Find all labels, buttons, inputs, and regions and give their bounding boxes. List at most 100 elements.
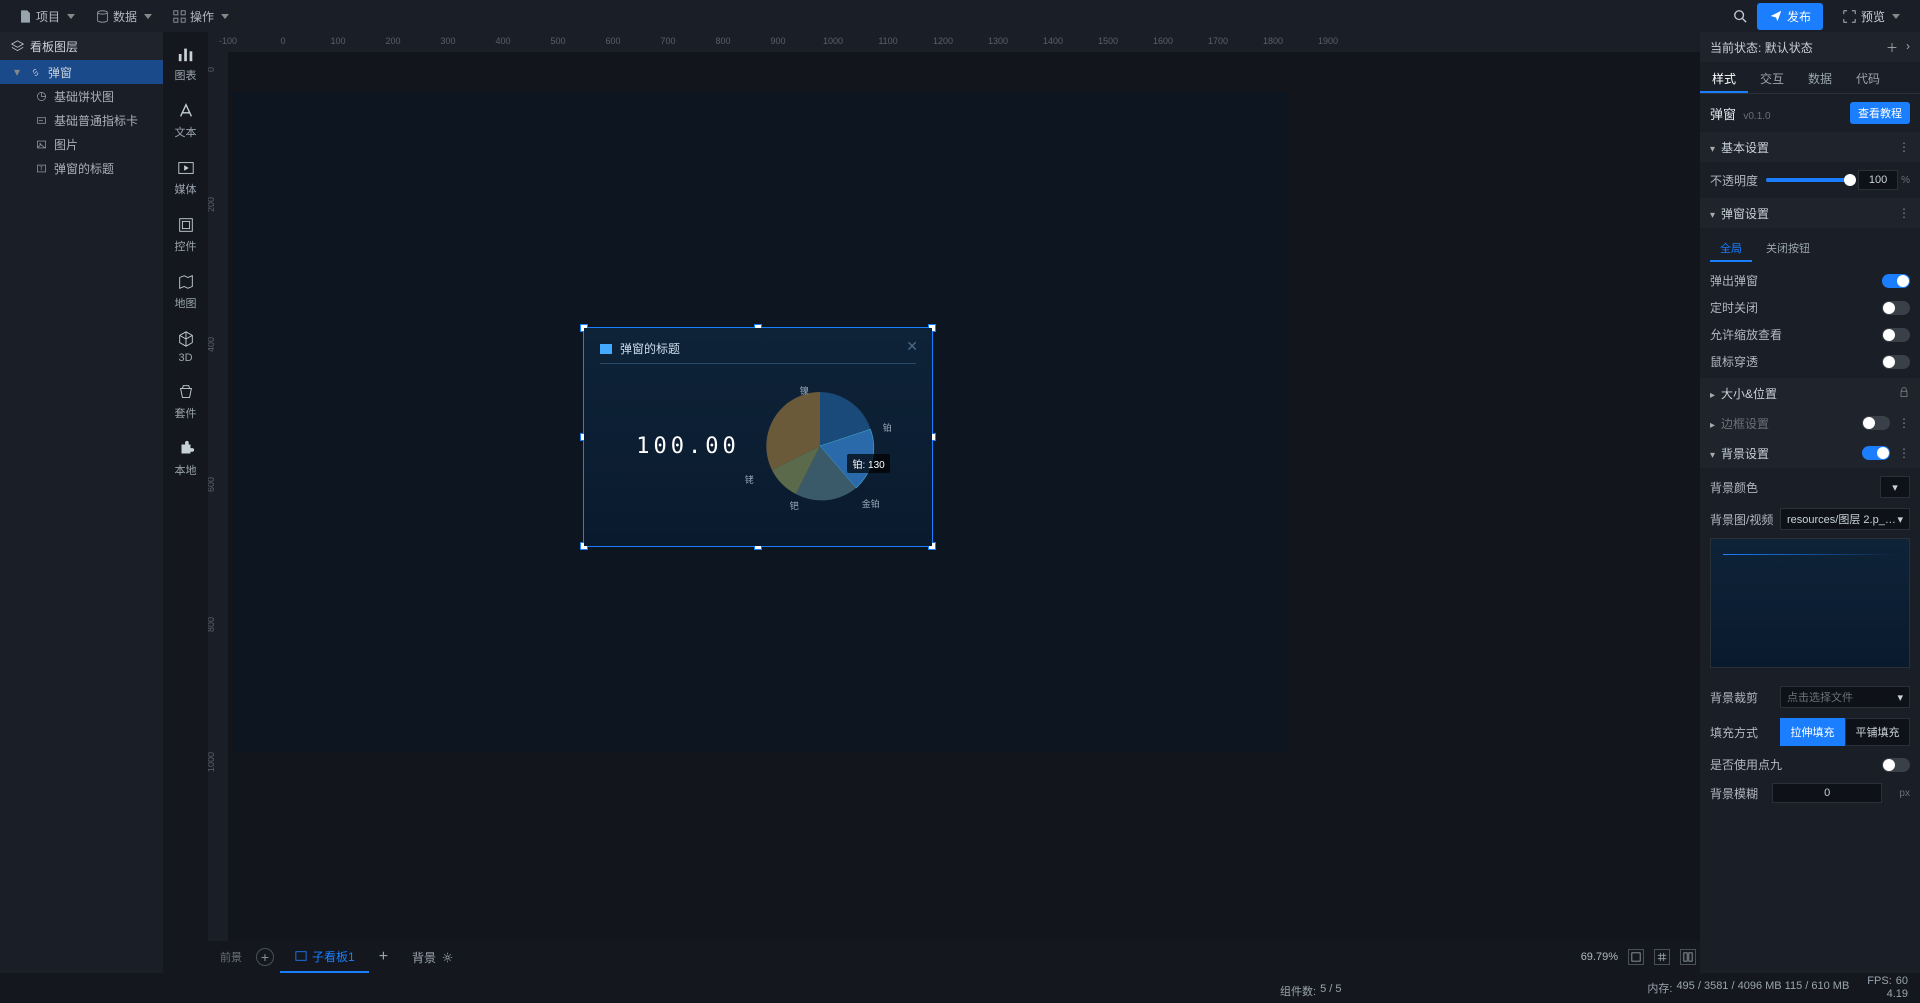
- comp-kit-label: 套件: [175, 405, 197, 421]
- toggle-nine-patch[interactable]: [1882, 758, 1910, 772]
- more-icon[interactable]: ⋮: [1898, 140, 1910, 154]
- bg-clip-select[interactable]: 点击选择文件▾: [1780, 686, 1910, 708]
- layout-icon[interactable]: [1680, 949, 1696, 965]
- prop-zoom-label: 允许缩放查看: [1710, 326, 1782, 343]
- preview-label: 预览: [1861, 8, 1885, 25]
- pie-label-c: 钯: [790, 499, 799, 512]
- zoom-level: 69.79%: [1581, 951, 1618, 963]
- section-popup-header[interactable]: ▾弹窗设置 ⋮: [1700, 198, 1920, 228]
- metric-value: 100.00: [636, 434, 739, 459]
- bar-chart-icon: [176, 44, 196, 64]
- cube-icon: [176, 329, 196, 349]
- preview-button[interactable]: 预览: [1833, 3, 1910, 30]
- opacity-slider[interactable]: [1766, 178, 1850, 182]
- bg-preview[interactable]: [1710, 538, 1910, 668]
- comp-3d[interactable]: 3D: [176, 329, 196, 364]
- toggle-bg[interactable]: [1862, 446, 1890, 460]
- layer-pie[interactable]: 基础饼状图: [0, 84, 163, 108]
- popup-close-icon[interactable]: ✕: [906, 338, 918, 355]
- media-icon: [176, 158, 196, 178]
- publish-label: 发布: [1787, 8, 1811, 25]
- toggle-border[interactable]: [1862, 416, 1890, 430]
- grid-toggle-icon[interactable]: [1654, 949, 1670, 965]
- bg-clip-placeholder: 点击选择文件: [1787, 689, 1853, 705]
- popup-component: ✕ 弹窗的标题 100.00: [584, 328, 932, 546]
- menu-data[interactable]: 数据: [87, 4, 160, 29]
- comp-kit[interactable]: 套件: [175, 382, 197, 421]
- tutorial-button[interactable]: 查看教程: [1850, 102, 1910, 124]
- menu-operation-label: 操作: [190, 8, 214, 25]
- comp-media[interactable]: 媒体: [175, 158, 197, 197]
- board-tabs-bar: 前景 + 子看板1 + 背景 69.79%: [208, 941, 1700, 973]
- tab-style[interactable]: 样式: [1700, 62, 1748, 93]
- text-icon: T: [34, 161, 48, 175]
- version-text: 4.19: [1887, 988, 1908, 1001]
- more-icon[interactable]: ⋮: [1898, 446, 1910, 460]
- puzzle-icon: [176, 439, 196, 459]
- comp-chart-label: 图表: [175, 67, 197, 83]
- lock-icon[interactable]: [1898, 386, 1910, 401]
- pie-icon: [34, 89, 48, 103]
- canvas-area[interactable]: -100010020030040050060070080090010001100…: [208, 32, 1700, 973]
- text-a-icon: [176, 101, 196, 121]
- menu-project[interactable]: 项目: [10, 4, 83, 29]
- state-next-icon[interactable]: ›: [1906, 39, 1910, 56]
- add-board-button[interactable]: +: [369, 942, 398, 972]
- layers-panel: 看板图层 ▾ 弹窗 基础饼状图 基础普通指标卡: [0, 32, 163, 973]
- section-basic-title: 基本设置: [1721, 141, 1769, 155]
- layer-image[interactable]: 图片: [0, 132, 163, 156]
- comp-chart[interactable]: 图表: [175, 44, 197, 83]
- subtab-close-btn[interactable]: 关闭按钮: [1756, 236, 1820, 262]
- menu-operation[interactable]: 操作: [164, 4, 237, 29]
- layer-root-popup[interactable]: ▾ 弹窗: [0, 60, 163, 84]
- tab-background-label: 背景: [412, 949, 436, 966]
- toggle-show-popup[interactable]: [1882, 274, 1910, 288]
- section-border-header[interactable]: ▸边框设置 ⋮: [1700, 408, 1920, 438]
- toggle-auto-close[interactable]: [1882, 301, 1910, 315]
- more-icon[interactable]: ⋮: [1898, 206, 1910, 220]
- comp-text[interactable]: 文本: [175, 101, 197, 140]
- scene-foreground[interactable]: 前景: [212, 945, 250, 969]
- popup-title-text: 弹窗的标题: [620, 340, 680, 357]
- bg-img-select[interactable]: resources/图层 2.p_1699965▾: [1780, 508, 1910, 530]
- tab-data[interactable]: 数据: [1796, 62, 1844, 93]
- section-size-header[interactable]: ▸大小&位置: [1700, 378, 1920, 408]
- artboard[interactable]: ✕ 弹窗的标题 100.00: [233, 92, 1288, 752]
- selection-box[interactable]: ✕ 弹窗的标题 100.00: [583, 327, 933, 547]
- file-icon: [18, 9, 32, 23]
- bg-img-value: resources/图层 2.p_1699965: [1787, 511, 1897, 527]
- comp-control[interactable]: 控件: [175, 215, 197, 254]
- add-scene-button[interactable]: +: [256, 948, 274, 966]
- section-bg-header[interactable]: ▾背景设置 ⋮: [1700, 438, 1920, 468]
- subtab-global[interactable]: 全局: [1710, 236, 1752, 262]
- canvas-stage[interactable]: ✕ 弹窗的标题 100.00: [228, 72, 1700, 973]
- publish-button[interactable]: 发布: [1757, 3, 1823, 30]
- tab-interact[interactable]: 交互: [1748, 62, 1796, 93]
- toggle-mouse-through[interactable]: [1882, 355, 1910, 369]
- section-basic-header[interactable]: ▾基本设置 ⋮: [1700, 132, 1920, 162]
- more-icon[interactable]: ⋮: [1898, 416, 1910, 430]
- comp-count-value: 5 / 5: [1320, 983, 1341, 999]
- caret-right-icon: ▸: [1710, 420, 1715, 431]
- toggle-allow-zoom[interactable]: [1882, 328, 1910, 342]
- layer-card[interactable]: 基础普通指标卡: [0, 108, 163, 132]
- right-panel: 当前状态: 默认状态 ＋ › 样式 交互 数据 代码 弹窗 v0.1.0 查看教…: [1700, 32, 1920, 973]
- search-icon[interactable]: [1733, 9, 1747, 23]
- pie-label-a: 镍: [800, 384, 809, 397]
- bg-blur-input[interactable]: 0: [1772, 783, 1882, 803]
- state-add-icon[interactable]: ＋: [1886, 39, 1898, 56]
- tab-background[interactable]: 背景: [398, 943, 468, 972]
- grid-icon: [172, 9, 186, 23]
- tab-sub-board[interactable]: 子看板1: [280, 942, 369, 973]
- opacity-value[interactable]: 100: [1858, 170, 1898, 190]
- bg-color-select[interactable]: ▾: [1880, 476, 1910, 498]
- layer-title[interactable]: T 弹窗的标题: [0, 156, 163, 180]
- bg-clip-label: 背景裁剪: [1710, 689, 1758, 706]
- fill-tile-option[interactable]: 平铺填充: [1845, 718, 1910, 746]
- fill-stretch-option[interactable]: 拉伸填充: [1780, 718, 1845, 746]
- fit-icon[interactable]: [1628, 949, 1644, 965]
- comp-map[interactable]: 地图: [175, 272, 197, 311]
- fps-value: 60: [1896, 975, 1908, 988]
- tab-code[interactable]: 代码: [1844, 62, 1892, 93]
- comp-local[interactable]: 本地: [175, 439, 197, 478]
